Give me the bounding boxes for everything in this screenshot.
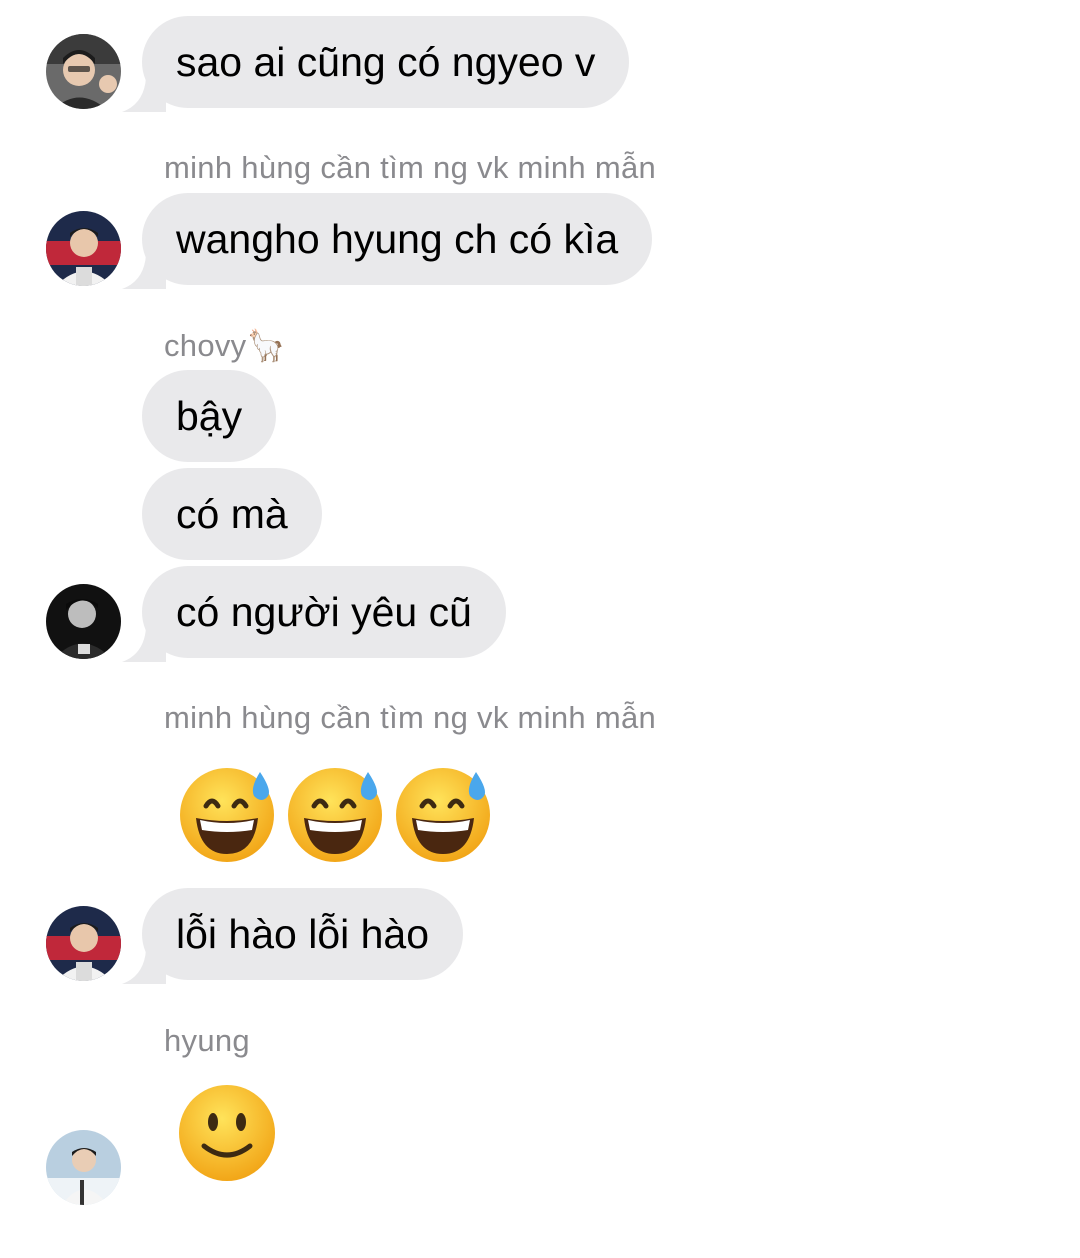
avatar[interactable] [46,211,121,286]
grinning-face-with-sweat-icon [284,762,386,864]
message-bubble[interactable]: wangho hyung ch có kìa [142,193,653,285]
avatar[interactable] [46,34,121,109]
message-bubble[interactable]: bậy [142,370,277,462]
avatar[interactable] [46,584,121,659]
grinning-face-with-sweat-icon [176,762,278,864]
sender-name: hyung [164,1023,250,1058]
sender-name: minh hùng cần tìm ng vk minh mẫn [164,150,657,185]
slightly-smiling-face-icon [176,1082,278,1184]
chat-thread: sao ai cũng có ngyeo v minh hùng cần tìm… [0,0,1080,1258]
message-bubble[interactable]: lỗi hào lỗi hào [142,888,464,980]
message-bubble[interactable]: sao ai cũng có ngyeo v [142,16,630,108]
sender-name: minh hùng cần tìm ng vk minh mẫn [164,700,657,735]
avatar[interactable] [46,906,121,981]
message-bubble[interactable]: có mà [142,468,322,560]
emoji-message[interactable] [176,1082,278,1186]
sender-name: chovy🦙 [164,328,286,363]
emoji-message[interactable] [176,762,494,866]
grinning-face-with-sweat-icon [392,762,494,864]
message-bubble[interactable]: có người yêu cũ [142,566,506,658]
avatar[interactable] [46,1130,121,1205]
